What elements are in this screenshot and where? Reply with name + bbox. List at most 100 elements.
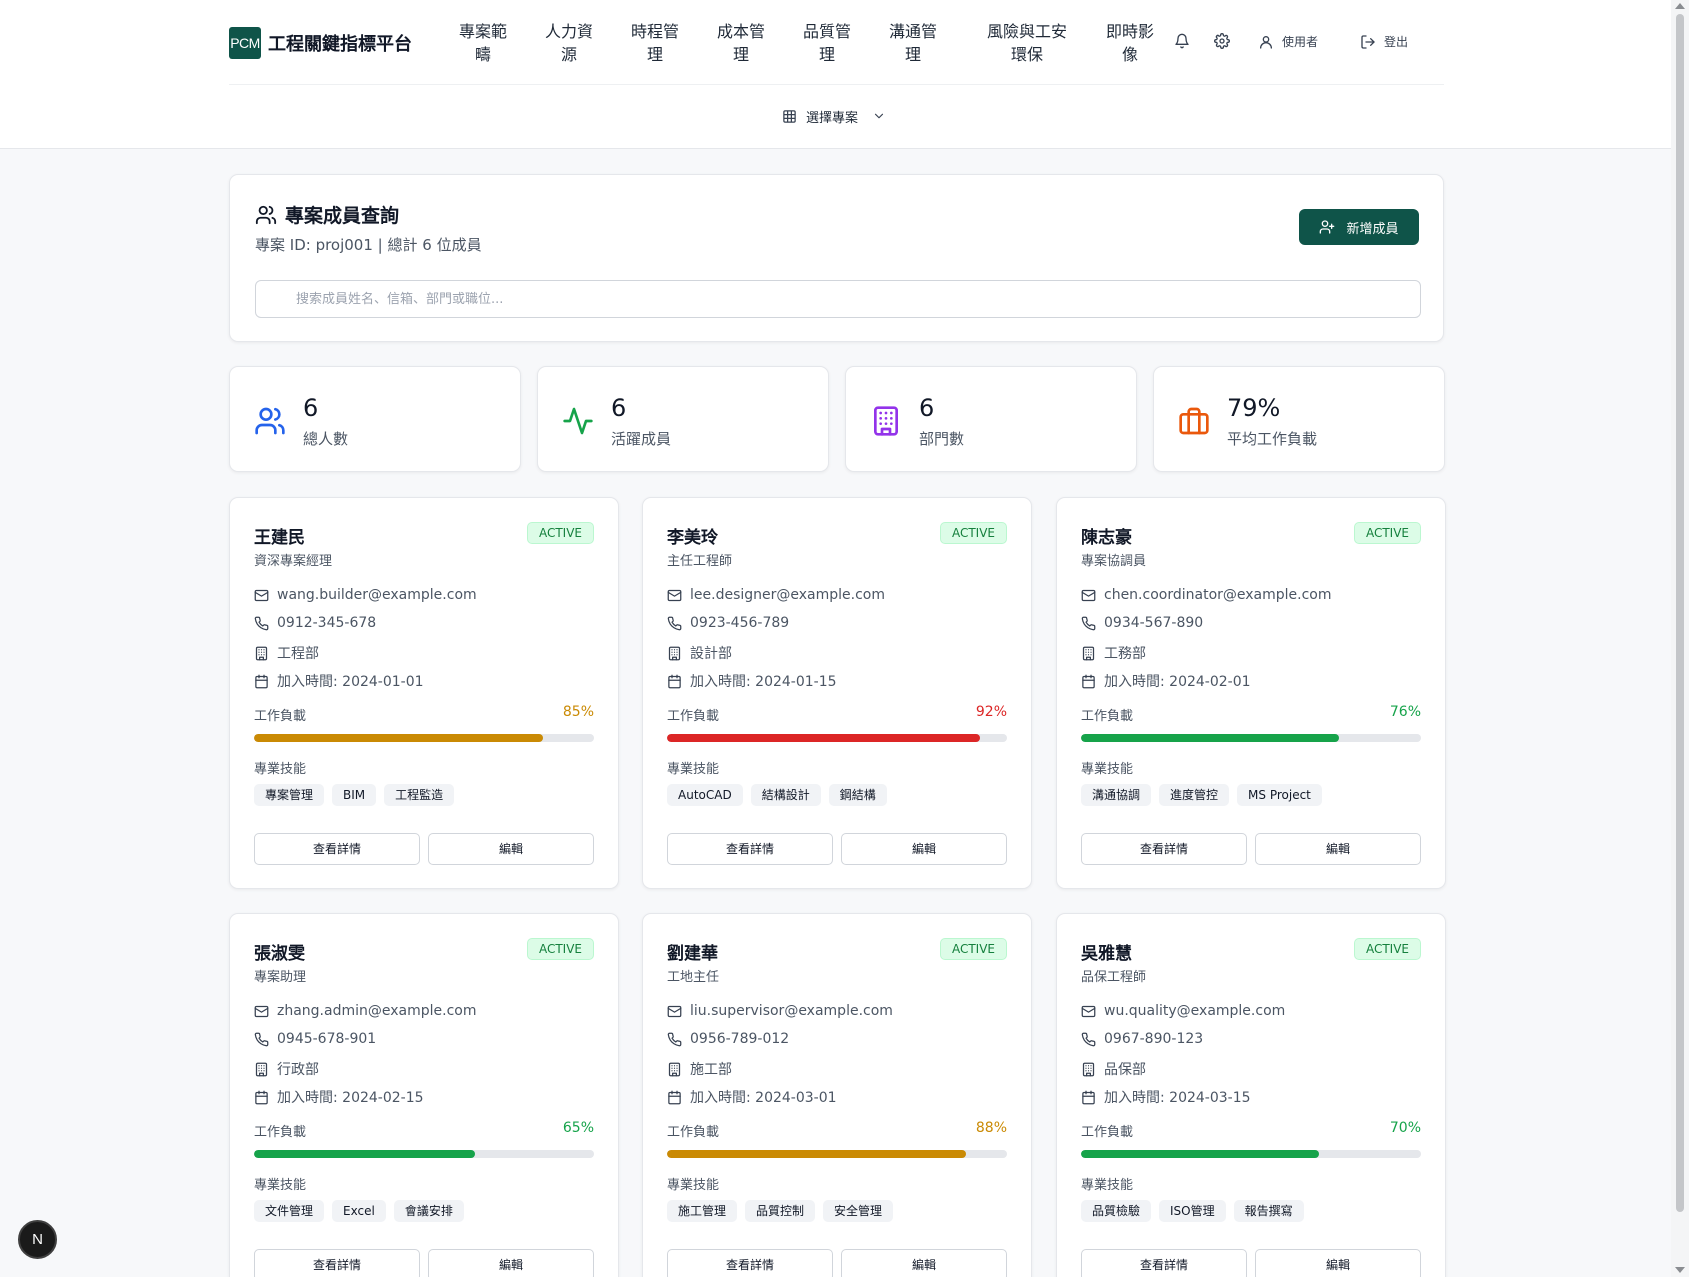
member-search-input[interactable]	[255, 280, 1421, 318]
nav-label-line2: 理	[818, 45, 835, 64]
phone-icon	[254, 616, 269, 631]
nav-label-line2: 環保	[1010, 45, 1043, 64]
skill-tag: 進度管控	[1159, 784, 1230, 806]
settings-button[interactable]	[1214, 33, 1230, 49]
user-plus-icon	[1319, 219, 1335, 235]
member-card: 李美玲 主任工程師 ACTIVE lee.designer@example.com 09…	[642, 497, 1032, 889]
workload-bar	[254, 1150, 594, 1158]
nav-item-cost[interactable]: 成本管 理	[713, 20, 769, 66]
user-menu-button[interactable]: 使用者	[1258, 33, 1318, 50]
member-department-row: 設計部	[667, 643, 732, 663]
member-department: 品保部	[1104, 1062, 1146, 1078]
status-badge: ACTIVE	[1353, 938, 1421, 960]
workload-label: 工作負載	[667, 1125, 720, 1140]
nav-item-risk-safety[interactable]: 風險與工安 環保	[983, 20, 1071, 66]
member-name: 李美玲	[667, 528, 718, 548]
skill-tag: 品質控制	[745, 1200, 816, 1222]
workload-percent: 88%	[975, 1120, 1007, 1136]
member-email: lee.designer@example.com	[690, 587, 885, 603]
skill-tag: 工程監造	[384, 784, 455, 806]
notifications-button[interactable]	[1174, 33, 1190, 49]
project-select-label: 選擇專案	[806, 110, 859, 126]
stat-value: 6	[303, 394, 319, 422]
skill-tag: 安全管理	[823, 1200, 894, 1222]
scroll-down-arrow[interactable]	[1675, 1267, 1685, 1273]
member-phone: 0945-678-901	[277, 1031, 377, 1047]
view-details-button[interactable]: 查看詳情	[1081, 1249, 1247, 1277]
view-details-button[interactable]: 查看詳情	[667, 1249, 833, 1277]
member-department: 工程部	[277, 646, 319, 662]
view-details-button[interactable]: 查看詳情	[254, 1249, 420, 1277]
top-header: PCM 工程關鍵指標平台 專案範 疇 人力資 源 時程管 理 成本管 理 品質管…	[0, 0, 1671, 149]
stat-value: 79%	[1227, 394, 1281, 422]
page-scrollbar[interactable]	[1671, 0, 1689, 1277]
member-role: 主任工程師	[667, 554, 733, 569]
dev-tools-badge[interactable]: N	[18, 1220, 57, 1259]
skill-tag: AutoCAD	[667, 784, 743, 806]
workload-percent: 76%	[1389, 704, 1421, 720]
member-phone: 0967-890-123	[1104, 1031, 1204, 1047]
stat-label: 平均工作負載	[1227, 430, 1318, 448]
edit-member-button[interactable]: 編輯	[1255, 833, 1421, 865]
member-role: 專案助理	[254, 970, 307, 985]
status-badge: ACTIVE	[939, 522, 1007, 544]
nav-item-live-video[interactable]: 即時影 像	[1102, 20, 1158, 66]
skills-label: 專業技能	[254, 1178, 307, 1193]
nav-item-communication[interactable]: 溝通管 理	[885, 20, 941, 66]
edit-member-button[interactable]: 編輯	[428, 1249, 594, 1277]
stat-card-departments: 6 部門數	[845, 366, 1137, 472]
calendar-icon	[1081, 674, 1096, 689]
nav-item-schedule[interactable]: 時程管 理	[627, 20, 683, 66]
member-role: 工地主任	[667, 970, 720, 985]
workload-label: 工作負載	[667, 709, 720, 724]
edit-member-button[interactable]: 編輯	[841, 1249, 1007, 1277]
nav-item-quality[interactable]: 品質管 理	[799, 20, 855, 66]
workload-label: 工作負載	[1081, 1125, 1134, 1140]
member-phone-row: 0956-789-012	[667, 1031, 789, 1047]
nav-label-line1: 人力資	[544, 22, 593, 41]
skill-tag: 報告撰寫	[1233, 1200, 1304, 1222]
workload-bar	[667, 1150, 1007, 1158]
member-department: 設計部	[690, 646, 732, 662]
logout-button[interactable]: 登出	[1360, 33, 1408, 50]
nav-item-human-resources[interactable]: 人力資 源	[541, 20, 597, 66]
member-department-row: 品保部	[1081, 1059, 1146, 1079]
logout-label: 登出	[1384, 35, 1409, 49]
skills-label: 專業技能	[1081, 1178, 1134, 1193]
member-joined-date: 加入時間: 2024-03-01	[690, 1090, 837, 1106]
view-details-button[interactable]: 查看詳情	[1081, 833, 1247, 865]
member-card: 王建民 資深專案經理 ACTIVE wang.builder@example.com 0…	[229, 497, 619, 889]
scroll-up-arrow[interactable]	[1675, 3, 1685, 9]
stat-value: 6	[611, 394, 627, 422]
nav-label-line1: 時程管	[630, 22, 679, 41]
building-icon	[254, 1062, 269, 1077]
skill-tag: BIM	[332, 784, 377, 806]
scroll-thumb[interactable]	[1676, 14, 1684, 1212]
view-details-button[interactable]: 查看詳情	[667, 833, 833, 865]
view-details-button[interactable]: 查看詳情	[254, 833, 420, 865]
member-role: 品保工程師	[1081, 970, 1147, 985]
users-icon	[255, 204, 277, 226]
member-department-row: 施工部	[667, 1059, 732, 1079]
member-department-row: 行政部	[254, 1059, 319, 1079]
skills-label: 專業技能	[254, 762, 307, 777]
calendar-icon	[1081, 1090, 1096, 1105]
edit-member-button[interactable]: 編輯	[1255, 1249, 1421, 1277]
member-email: chen.coordinator@example.com	[1104, 587, 1332, 603]
add-member-button[interactable]: 新增成員	[1299, 209, 1419, 245]
nav-label-line1: 專案範	[458, 22, 507, 41]
user-icon	[1258, 34, 1274, 50]
stat-card-active: 6 活躍成員	[537, 366, 829, 472]
header-tools: 使用者 登出	[1174, 33, 1444, 53]
member-joined-date-row: 加入時間: 2024-01-15	[667, 671, 837, 691]
workload-bar	[254, 734, 594, 742]
project-select[interactable]: 選擇專案	[782, 101, 886, 131]
calendar-icon	[667, 1090, 682, 1105]
status-badge: ACTIVE	[526, 938, 594, 960]
edit-member-button[interactable]: 編輯	[428, 833, 594, 865]
member-email-row: wang.builder@example.com	[254, 587, 477, 603]
grid-icon	[782, 109, 797, 124]
edit-member-button[interactable]: 編輯	[841, 833, 1007, 865]
nav-item-scope[interactable]: 專案範 疇	[455, 20, 511, 66]
workload-bar-fill	[254, 734, 543, 742]
